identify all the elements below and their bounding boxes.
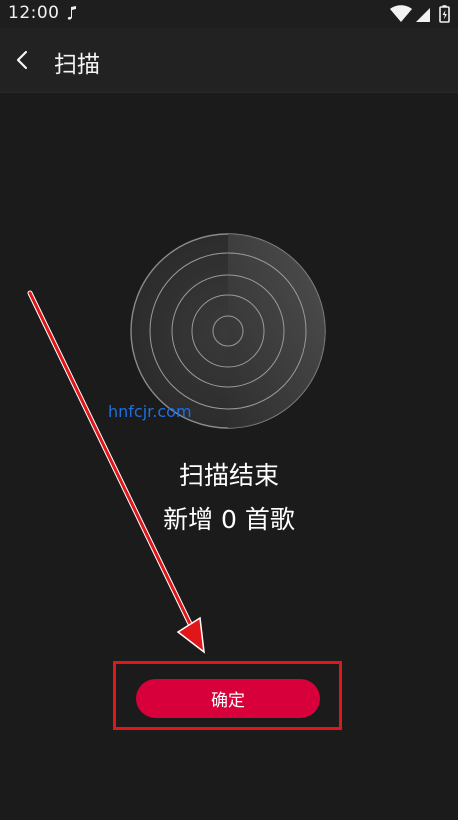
signal-icon — [416, 8, 430, 22]
music-note-icon — [67, 6, 76, 20]
status-time: 12:00 — [8, 3, 60, 23]
chevron-left-icon — [16, 50, 28, 70]
scan-result-text: 新增 0 首歌 — [163, 505, 295, 534]
battery-icon — [439, 5, 450, 23]
radar-scan-icon — [130, 233, 326, 429]
confirm-button[interactable]: 确定 — [136, 679, 320, 718]
back-button[interactable] — [4, 42, 40, 78]
status-bar: 12:00 — [0, 0, 458, 28]
wifi-icon — [390, 5, 412, 22]
app-bar: 扫描 — [0, 28, 458, 93]
screen: 12:00 扫描 hnfcjr.com 扫描结束 新增 0 首歌 确定 — [0, 0, 458, 820]
status-icons — [390, 5, 450, 23]
watermark-text: hnfcjr.com — [108, 402, 192, 421]
scan-status-text: 扫描结束 — [178, 461, 279, 490]
page-title: 扫描 — [54, 52, 100, 78]
